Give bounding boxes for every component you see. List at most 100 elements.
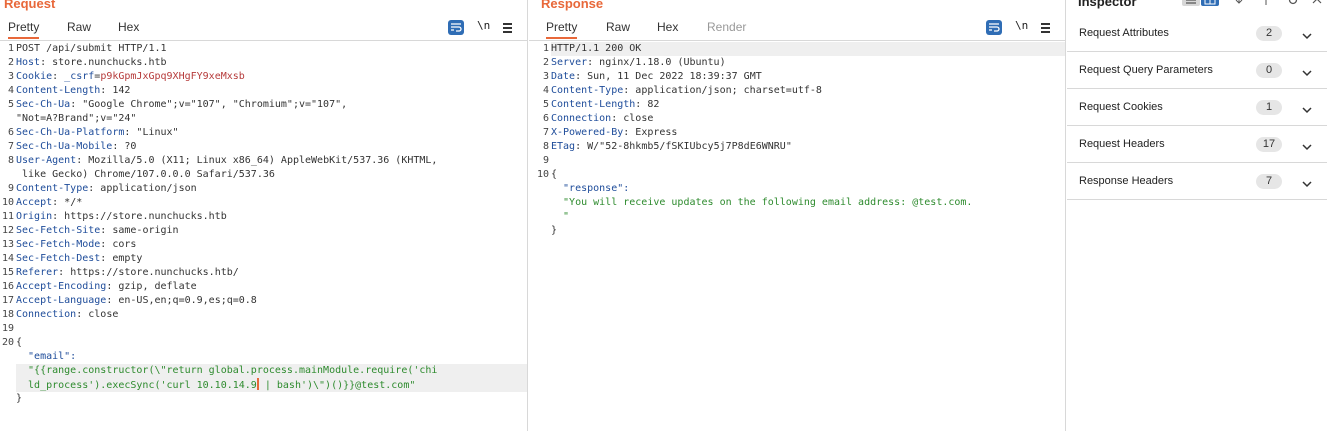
header-value: en-US,en;q=0.9,es;q=0.8 (118, 295, 257, 306)
header-separator: : (76, 309, 89, 320)
line-number (0, 392, 16, 406)
tab-raw[interactable]: Raw (606, 20, 630, 34)
header-value: close (623, 113, 654, 124)
split-view-icon[interactable] (1201, 0, 1219, 6)
code-line: 1 POST /api/submit HTTP/1.1 (0, 42, 527, 56)
line-number: 6 (7, 127, 14, 138)
expand-icon[interactable] (1257, 0, 1275, 6)
section-label: Request Attributes (1079, 27, 1169, 39)
response-title: Response (541, 0, 604, 11)
header-separator: : (52, 197, 65, 208)
header-value: gzip, deflate (118, 281, 197, 292)
header-name: X-Powered-By (551, 127, 624, 138)
line-content: Accept: */* (16, 196, 527, 210)
section-label: Request Headers (1079, 138, 1165, 150)
json-string-value: "You will receive updates on the followi… (551, 197, 973, 208)
line-number: 2 (7, 57, 14, 68)
newline-toggle[interactable]: \n (1015, 19, 1029, 34)
inspector-section-request-headers[interactable]: Request Headers 17 (1067, 126, 1327, 163)
header-value: https://store.nunchucks.htb/ (70, 267, 239, 278)
header-separator: : (112, 141, 125, 152)
code-line: 20{ (0, 336, 527, 350)
line-content (551, 154, 1065, 168)
hamburger-menu-icon[interactable] (1040, 20, 1052, 35)
tab-render[interactable]: Render (707, 20, 746, 34)
tab-raw[interactable]: Raw (67, 20, 91, 34)
line-number: 14 (1, 253, 14, 264)
collapse-icon[interactable] (1230, 0, 1248, 6)
list-view-icon[interactable] (1182, 0, 1200, 6)
tab-pretty[interactable]: Pretty (546, 20, 578, 39)
code-line: "You will receive updates on the followi… (529, 196, 1065, 224)
chevron-down-icon[interactable] (1302, 66, 1312, 80)
inspector-section-request-cookies[interactable]: Request Cookies 1 (1067, 89, 1327, 126)
line-number: 7 (7, 141, 14, 152)
header-separator: : (100, 253, 113, 264)
code-line: 5 Content-Length: 82 (529, 98, 1065, 112)
newline-toggle[interactable]: \n (477, 19, 491, 34)
section-label: Response Headers (1079, 175, 1174, 187)
line-content: "You will receive updates on the followi… (551, 196, 1065, 224)
line-content: Connection: close (16, 308, 527, 322)
close-icon[interactable] (1308, 0, 1326, 6)
chevron-down-icon[interactable] (1302, 177, 1312, 191)
cookie-name: _csrf (64, 71, 95, 82)
hamburger-menu-icon[interactable] (502, 20, 514, 35)
line-content: Content-Length: 82 (551, 98, 1065, 112)
header-name: Sec-Ch-Ua-Mobile (16, 141, 113, 152)
line-content: Sec-Fetch-Dest: empty (16, 252, 527, 266)
section-label: Request Query Parameters (1079, 64, 1213, 76)
inspector-section-response-headers[interactable]: Response Headers 7 (1067, 163, 1327, 200)
code-line: 5 Sec-Ch-Ua: "Google Chrome";v="107", "Ch… (0, 98, 527, 126)
inspector-pane: Inspector Request Attributes 2 Request Que… (1067, 0, 1327, 431)
line-number: 16 (1, 281, 14, 292)
code-line: 8 User-Agent: Mozilla/5.0 (X11; Linux x86… (0, 154, 527, 182)
header-value: 142 (112, 85, 131, 96)
line-content: Content-Type: application/json (16, 182, 527, 196)
line-content: } (16, 393, 23, 404)
code-line: 7 X-Powered-By: Express (529, 126, 1065, 140)
line-content: Sec-Fetch-Mode: cors (16, 238, 527, 252)
line-number: 4 (7, 85, 14, 96)
line-content: "response": (551, 182, 1065, 196)
line-number: 8 (7, 155, 14, 166)
response-editor[interactable]: 1 HTTP/1.1 200 OK 2 Server: nginx/1.18.0 (U… (529, 42, 1065, 431)
count-badge: 2 (1256, 26, 1282, 41)
line-number: 5 (7, 99, 14, 110)
code-line: "{{range.constructor(\"return global.pro… (0, 364, 527, 392)
line-content: "email": (16, 350, 527, 364)
line-number: 12 (1, 225, 14, 236)
header-name: ETag (551, 141, 576, 152)
header-separator: : (575, 141, 588, 152)
chevron-down-icon[interactable] (1302, 140, 1312, 154)
tab-hex[interactable]: Hex (118, 20, 139, 34)
code-line: 3 Cookie: _csrf=p9kGpmJxGpq9XHgFY9xeMxsb (0, 70, 527, 84)
request-title: Request (4, 0, 56, 11)
line-number: 10 (1, 197, 14, 208)
wrap-lines-icon[interactable] (986, 20, 1002, 35)
line-number: 11 (1, 211, 14, 222)
inspector-section-request-query-parameters[interactable]: Request Query Parameters 0 (1067, 52, 1327, 89)
json-string-value-wrapped: " (551, 211, 570, 222)
line-content: Sec-Fetch-Site: same-origin (16, 224, 527, 238)
header-name: Sec-Fetch-Site (16, 225, 101, 236)
tab-pretty[interactable]: Pretty (8, 20, 40, 39)
header-value: Express (635, 127, 678, 138)
code-line: 14 Sec-Fetch-Dest: empty (0, 252, 527, 266)
line-content: { (551, 169, 558, 180)
wrap-lines-icon[interactable] (448, 20, 464, 35)
code-line: 17 Accept-Language: en-US,en;q=0.9,es;q=0… (0, 294, 527, 308)
line-content: Host: store.nunchucks.htb (16, 56, 527, 70)
header-name: Content-Length (551, 99, 636, 110)
header-name: Content-Type (551, 85, 624, 96)
request-editor[interactable]: 1 POST /api/submit HTTP/1.1 2 Host: store.n… (0, 42, 527, 431)
line-content: HTTP/1.1 200 OK (551, 42, 1065, 56)
header-separator: : (635, 99, 648, 110)
chevron-down-icon[interactable] (1302, 29, 1312, 43)
settings-icon[interactable] (1284, 0, 1302, 6)
inspector-section-request-attributes[interactable]: Request Attributes 2 (1067, 15, 1327, 52)
tab-hex[interactable]: Hex (657, 20, 678, 34)
header-separator: : (124, 127, 137, 138)
code-line: 2 Host: store.nunchucks.htb (0, 56, 527, 70)
chevron-down-icon[interactable] (1302, 103, 1312, 117)
